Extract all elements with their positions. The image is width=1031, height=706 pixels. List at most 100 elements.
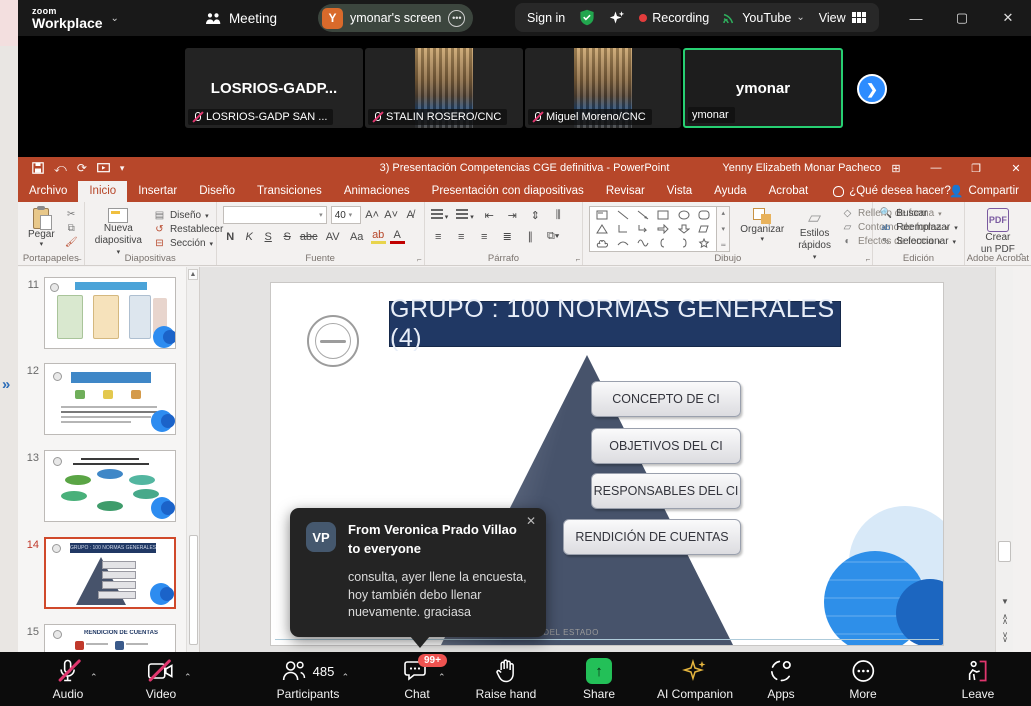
justify-icon[interactable]: ≣ xyxy=(500,230,515,243)
dialog-launcher-icon[interactable]: ⌐ xyxy=(77,255,82,264)
ribbon-display-options-icon[interactable]: ⊞ xyxy=(881,157,911,179)
close-icon[interactable]: ✕ xyxy=(526,514,536,528)
italic-button[interactable]: K xyxy=(242,231,257,243)
leave-button[interactable]: Leave xyxy=(962,658,995,701)
find-button[interactable]: 🔍Buscar xyxy=(879,208,957,219)
change-case-button[interactable]: Aa xyxy=(347,231,367,243)
raise-hand-button[interactable]: Raise hand xyxy=(476,658,537,701)
scrollbar-thumb[interactable] xyxy=(189,535,198,645)
new-slide-button[interactable]: Nuevadiapositiva ▾ xyxy=(91,206,146,260)
chevron-down-icon[interactable]: ⌄ xyxy=(796,12,804,23)
ppt-minimize-button[interactable]: — xyxy=(921,157,951,179)
tab-diseno[interactable]: Diseño xyxy=(188,181,246,202)
collapse-ribbon-icon[interactable]: ⌃ xyxy=(1017,252,1025,263)
audio-button[interactable]: ⌃ Audio xyxy=(53,658,84,701)
slide-13-thumbnail[interactable] xyxy=(44,450,176,522)
font-color-button[interactable]: A xyxy=(390,229,405,244)
tab-revisar[interactable]: Revisar xyxy=(595,181,656,202)
tab-meeting[interactable]: Meeting xyxy=(205,11,277,26)
chat-notification-popup[interactable]: ✕ VP From Veronica Prado Villao to every… xyxy=(290,508,546,637)
thumbnail-row[interactable]: 14 GRUPO : 100 NORMAS GENERALES (4) xyxy=(18,537,200,609)
chat-button[interactable]: 99+ ⌃ Chat xyxy=(404,658,430,701)
apps-button[interactable]: Apps xyxy=(767,658,794,701)
line-spacing-icon[interactable]: ⇕ xyxy=(528,209,543,222)
section-button[interactable]: ⊟Sección▾ xyxy=(153,238,223,249)
view-button[interactable]: View xyxy=(819,11,867,25)
tab-inicio[interactable]: Inicio xyxy=(78,181,127,202)
numbering-button[interactable]: ▾ xyxy=(456,206,474,224)
slide-box-rendicion[interactable]: RENDICIÓN DE CUENTAS xyxy=(563,519,741,555)
underline-button[interactable]: S xyxy=(261,231,276,243)
chevron-down-icon[interactable]: ⌄ xyxy=(111,13,119,24)
next-participants-button[interactable]: ❯ xyxy=(857,74,887,104)
paste-button[interactable]: Pegar▾ xyxy=(24,206,59,251)
youtube-live-button[interactable]: YouTube⌄ xyxy=(723,11,805,25)
participant-tile[interactable]: Miguel Moreno/CNC xyxy=(525,48,681,128)
slide-box-responsables[interactable]: RESPONSABLES DEL CI xyxy=(591,473,741,509)
create-pdf-button[interactable]: PDF Crearun PDF xyxy=(971,206,1025,257)
slide-box-objetivos[interactable]: OBJETIVOS DEL CI xyxy=(591,428,741,464)
security-shield-icon[interactable] xyxy=(579,9,595,26)
text-shadow-button[interactable]: abc xyxy=(299,231,319,243)
slide-11-thumbnail[interactable] xyxy=(44,277,176,349)
tab-presentacion[interactable]: Presentación con diapositivas xyxy=(421,181,595,202)
tab-archivo[interactable]: Archivo xyxy=(18,181,78,202)
ppt-restore-button[interactable]: ❐ xyxy=(961,157,991,179)
shapes-gallery[interactable] xyxy=(589,206,717,252)
share-document-button[interactable]: 👤Compartir xyxy=(949,184,1019,198)
slide-15-thumbnail[interactable]: RENDICIÓN DE CUENTAS xyxy=(44,624,176,652)
scroll-down-icon[interactable]: ▼ xyxy=(996,597,1014,606)
redo-icon[interactable]: ⟳ xyxy=(77,161,87,175)
bold-button[interactable]: N xyxy=(223,231,238,243)
bullets-button[interactable]: ▾ xyxy=(431,206,449,224)
increase-indent-icon[interactable]: ⇥ xyxy=(505,209,520,222)
window-minimize-button[interactable]: — xyxy=(894,0,938,36)
strikethrough-button[interactable]: S xyxy=(280,231,295,243)
tab-vista[interactable]: Vista xyxy=(656,181,703,202)
columns-icon[interactable]: ∥ xyxy=(523,230,538,243)
customize-qat-icon[interactable]: ▾ xyxy=(120,163,125,174)
undo-icon[interactable]: ⤺ xyxy=(54,161,67,176)
shared-screen-pill[interactable]: Y ymonar's screen ••• xyxy=(318,4,473,32)
video-options-chevron[interactable]: ⌃ xyxy=(184,672,192,683)
ai-sparkle-icon[interactable] xyxy=(609,10,625,26)
thumbnail-row[interactable]: 12 xyxy=(18,363,200,435)
participant-tile[interactable]: LOSRIOS-GADP... LOSRIOS-GADP SAN ... xyxy=(185,48,363,128)
tab-transiciones[interactable]: Transiciones xyxy=(246,181,333,202)
slide-12-thumbnail[interactable] xyxy=(44,363,176,435)
document-scrollbar[interactable]: ▼ ∧∧ ∨∨ xyxy=(995,267,1013,652)
copy-icon[interactable]: ⧉ xyxy=(65,223,78,234)
panel-expander-chevrons[interactable]: » xyxy=(2,376,10,393)
thumbnail-row[interactable]: 11 xyxy=(18,277,200,349)
tell-me-search[interactable]: ¿Qué desea hacer? xyxy=(833,185,951,202)
layout-button[interactable]: ▤Diseño▾ xyxy=(153,210,223,221)
sign-in-button[interactable]: Sign in xyxy=(527,11,565,25)
thumbnail-row[interactable]: 15 RENDICIÓN DE CUENTAS xyxy=(18,624,200,652)
video-button[interactable]: ⌃ Video xyxy=(146,658,176,701)
shrink-font-icon[interactable]: A˅ xyxy=(384,209,399,221)
format-painter-icon[interactable]: 🖌 xyxy=(65,237,78,248)
window-close-button[interactable]: ✕ xyxy=(986,0,1030,36)
ppt-close-button[interactable]: ✕ xyxy=(1001,157,1031,179)
tab-acrobat[interactable]: Acrobat xyxy=(758,181,820,202)
participants-button[interactable]: 485 ⌃ Participants xyxy=(277,658,340,701)
share-screen-button[interactable]: ↑ Share xyxy=(583,658,615,701)
slide-14-thumbnail-selected[interactable]: GRUPO : 100 NORMAS GENERALES (4) xyxy=(44,537,176,609)
tab-ayuda[interactable]: Ayuda xyxy=(703,181,757,202)
slide-box-concepto[interactable]: CONCEPTO DE CI xyxy=(591,381,741,417)
dialog-launcher-icon[interactable]: ⌐ xyxy=(576,255,581,264)
next-slide-button[interactable]: ∨∨ xyxy=(996,633,1014,642)
text-direction-icon[interactable]: ⫼ xyxy=(551,209,566,222)
window-maximize-button[interactable]: ▢ xyxy=(940,0,984,36)
arrange-button[interactable]: Organizar▾ xyxy=(736,206,788,246)
cut-icon[interactable]: ✂ xyxy=(65,209,78,220)
previous-slide-button[interactable]: ∧∧ xyxy=(996,615,1014,624)
align-left-icon[interactable]: ≡ xyxy=(431,231,446,243)
grow-font-icon[interactable]: A˄ xyxy=(365,209,380,221)
save-icon[interactable] xyxy=(32,162,44,174)
align-right-icon[interactable]: ≡ xyxy=(477,231,492,243)
tab-animaciones[interactable]: Animaciones xyxy=(333,181,421,202)
shapes-gallery-scroll[interactable]: ▴▾≂ xyxy=(717,206,730,252)
decrease-indent-icon[interactable]: ⇤ xyxy=(482,209,497,222)
reset-button[interactable]: ↺Restablecer xyxy=(153,224,223,235)
